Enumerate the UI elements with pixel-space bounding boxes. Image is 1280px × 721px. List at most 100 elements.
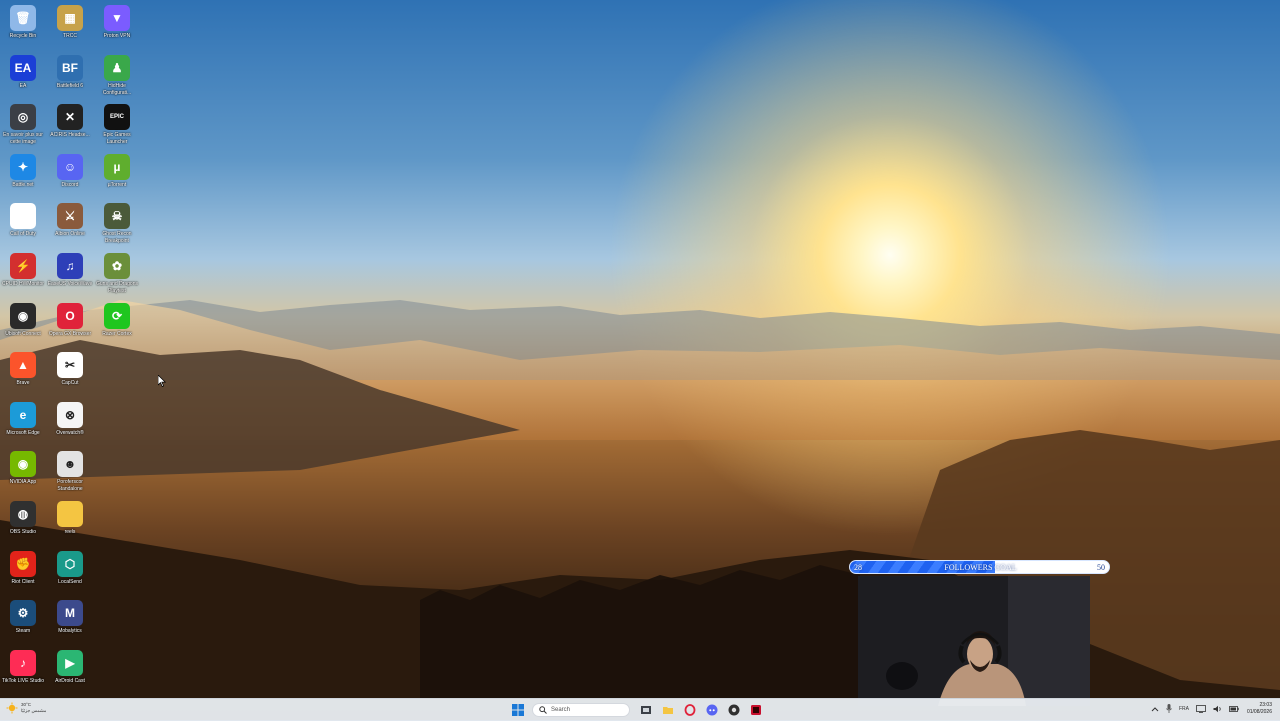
desktop-icon[interactable]: reels <box>47 501 93 536</box>
desktop-icon[interactable]: ⬡ LocalSend <box>47 550 93 586</box>
desktop-icon-label: Microsoft Edge <box>6 429 40 436</box>
language-indicator[interactable]: FRA <box>1179 706 1189 712</box>
taskbar: 30°C مشمس جزئيًا Search FRA 23:03 01/08/… <box>0 698 1280 721</box>
desktop-icon-label: Albion Online <box>55 231 85 238</box>
volume-icon[interactable] <box>1213 705 1222 713</box>
desktop-icon[interactable]: µ µTorrent <box>94 153 140 189</box>
desktop-icon-label: µTorrent <box>107 181 127 188</box>
followers-goal-title: FOLLOWERS GOAL <box>944 563 1017 572</box>
desktop-icon[interactable]: ☺ Discord <box>47 153 93 189</box>
desktop-icon[interactable]: ♫ EaseUS VoiceWave <box>47 253 93 288</box>
desktop-icon[interactable]: ♟ HidHide Configurati... <box>94 54 140 97</box>
desktop-icon-label: Overwatch® <box>56 429 84 436</box>
followers-goal-bar: 28 FOLLOWERS GOAL 50 <box>849 560 1110 574</box>
desktop-icon-label: TikTok LIVE Studio <box>1 677 45 684</box>
voicewave-icon: ♫ <box>57 253 83 279</box>
desktop-icon[interactable]: ✦ Battle.net <box>0 153 46 189</box>
desktop-icon[interactable]: ⚔ Albion Online <box>47 203 93 238</box>
discord-icon: ☺ <box>57 153 83 180</box>
folder-icon <box>57 501 83 527</box>
desktop-icon-label: Recycle Bin <box>9 33 37 39</box>
desktop-icon-label: Call of Duty <box>10 231 36 238</box>
desktop-icon[interactable]: ▲ Brave <box>0 352 46 387</box>
desktop-icon-label: reels <box>64 529 76 535</box>
desktop-icon[interactable]: ◉ NVIDIA App <box>0 451 46 486</box>
desktop-icon[interactable]: ✿ Guns and Dragons Playtest <box>94 253 140 295</box>
desktop-icon-label: AirDroid Cast <box>55 677 85 684</box>
desktop-icon-label: HidHide Configurati... <box>102 82 132 96</box>
riot-icon: ✊ <box>10 550 36 577</box>
desktop-icon-label: NVIDIA App <box>9 479 37 486</box>
mouse-cursor-icon <box>158 375 166 387</box>
desktop-icon-label: Ubisoft Connect <box>5 330 41 337</box>
desktop-icon-label: En savoir plus sur cette image <box>3 132 43 146</box>
desktop-icon[interactable]: EPIC Epic Games Launcher <box>94 104 140 146</box>
chevron-up-icon[interactable] <box>1151 706 1159 712</box>
desktop-icon-label: Mobalytics <box>58 628 82 635</box>
app-taskbar-icon[interactable] <box>748 702 764 718</box>
windows-start-icon[interactable] <box>510 702 526 718</box>
albion-icon: ⚔ <box>57 203 83 230</box>
desktop-icon[interactable]: O Opera GX Browser <box>47 302 93 338</box>
desktop-icon-label: Riot Client <box>11 578 35 585</box>
microphone-icon[interactable] <box>1166 704 1172 713</box>
desktop-icon[interactable]: ◎ En savoir plus sur cette image <box>0 104 46 146</box>
file-explorer-icon[interactable] <box>660 702 676 718</box>
desktop-icon-label: Steam <box>15 628 31 635</box>
battery-icon[interactable] <box>1229 705 1239 712</box>
clock-date: 01/08/2026 <box>1246 708 1272 715</box>
taskbar-clock[interactable]: 23:03 01/08/2026 <box>1247 702 1272 715</box>
weather-desc: مشمس جزئيًا <box>21 708 47 713</box>
brave-icon: ▲ <box>10 352 36 379</box>
system-tray: FRA 23:03 01/08/2026 <box>1144 702 1272 715</box>
razer-cortex-icon: ⟳ <box>104 302 130 329</box>
desktop-icon-label: ACIRIS Headse... <box>50 132 90 139</box>
guns-dragons-icon: ✿ <box>104 253 130 279</box>
desktop-icon-label: OBS Studio <box>9 529 37 535</box>
desktop-icon-label: Ghost Recon Breakpoint <box>102 231 132 245</box>
webcam-person-silhouette <box>858 576 1090 706</box>
desktop-icon[interactable]: ☠ Ghost Recon Breakpoint <box>94 203 140 245</box>
desktop-icon-label: EA <box>19 82 27 89</box>
taskbar-search-box[interactable]: Search <box>532 703 630 717</box>
desktop-icon[interactable]: ▼ Proton VPN <box>94 5 140 40</box>
desktop-icon[interactable]: ☻ Poroferscor Standalone <box>47 451 93 493</box>
desktop-icon[interactable]: ✕ ACIRIS Headse... <box>47 104 93 139</box>
desktop-icon[interactable]: ✂ CapCut <box>47 352 93 387</box>
desktop-icon-label: Brave <box>16 380 30 387</box>
opera-gx-taskbar-icon[interactable] <box>682 702 698 718</box>
desktop-icon[interactable]: ⚙ Steam <box>0 600 46 635</box>
battlenet-icon: ✦ <box>10 153 36 180</box>
desktop-icon[interactable]: ◉ Ubisoft Connect <box>0 302 46 338</box>
desktop-icon[interactable]: EA EA <box>0 54 46 90</box>
desktop-icon-label: CPUID HWMonitor <box>2 281 44 287</box>
desktop-icon[interactable]: ♪ TikTok LIVE Studio <box>0 649 46 685</box>
desktop-icon[interactable]: ▶ AirDroid Cast <box>47 649 93 685</box>
edge-icon: e <box>10 401 36 428</box>
desktop-icon-grid: 🗑 Recycle Bin ▦ TRCC ▼ Proton VPN EA EA BF Battle… <box>0 0 150 695</box>
proton-vpn-icon: ▼ <box>104 5 130 31</box>
network-icon[interactable] <box>1196 704 1206 713</box>
desktop-icon[interactable]: ⚡ CPUID HWMonitor <box>0 253 46 288</box>
desktop-icon[interactable]: M Mobalytics <box>47 600 93 635</box>
discord-taskbar-icon[interactable] <box>704 702 720 718</box>
desktop-icon[interactable]: ✊ Riot Client <box>0 550 46 586</box>
desktop-icon[interactable]: ▦ TRCC <box>47 5 93 40</box>
desktop-icon[interactable]: e Microsoft Edge <box>0 401 46 437</box>
weather-widget[interactable]: 30°C مشمس جزئيًا <box>6 702 46 714</box>
hidhide-icon: ♟ <box>104 54 130 81</box>
desktop-icon[interactable]: ⟳ Razer Cortex <box>94 302 140 338</box>
desktop-icon-label: EaseUS VoiceWave <box>47 281 93 287</box>
epic-games-icon: EPIC <box>104 104 130 131</box>
desktop-icon[interactable]: 🗑 Recycle Bin <box>0 5 46 40</box>
obs-icon: ◍ <box>10 501 36 527</box>
task-view-icon[interactable] <box>638 702 654 718</box>
camera-info-icon: ◎ <box>10 104 36 131</box>
obs-taskbar-icon[interactable] <box>726 702 742 718</box>
desktop-icon[interactable]: ◍ OBS Studio <box>0 501 46 536</box>
desktop-icon[interactable]: Call of Duty <box>0 203 46 238</box>
utorrent-icon: µ <box>104 153 130 180</box>
desktop-icon[interactable]: BF Battlefield 6 <box>47 54 93 90</box>
desktop-icon[interactable]: ⊗ Overwatch® <box>47 401 93 437</box>
hwmonitor-icon: ⚡ <box>10 253 36 279</box>
